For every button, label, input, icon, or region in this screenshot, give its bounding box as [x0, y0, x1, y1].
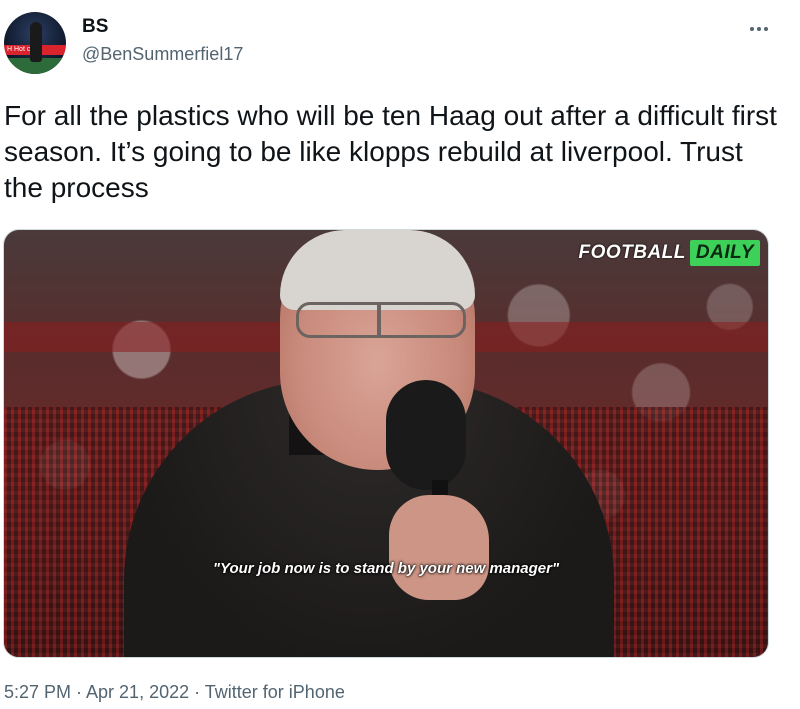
more-horizontal-icon[interactable] [744, 14, 774, 44]
glasses [296, 302, 466, 338]
avatar[interactable]: H Hot com [4, 12, 66, 74]
media-photo [4, 230, 768, 657]
more-dot [750, 27, 754, 31]
author-name[interactable]: BS [82, 16, 108, 38]
more-dot [757, 27, 761, 31]
man-hair [280, 230, 475, 310]
media-caption: "Your job now is to stand by your new ma… [212, 560, 560, 577]
logo-daily: DAILY [689, 240, 760, 266]
glasses-bridge [377, 302, 381, 338]
tweet-timestamp[interactable]: 5:27 PM · Apr 21, 2022 · Twitter for iPh… [4, 682, 345, 703]
author-handle[interactable]: @BenSummerfiel17 [82, 44, 243, 65]
more-dot [764, 27, 768, 31]
tweet-media[interactable]: FOOTBALL DAILY "Your job now is to stand… [3, 229, 769, 658]
microphone [386, 380, 466, 490]
tweet-text: For all the plastics who will be ten Haa… [4, 100, 777, 203]
hand [389, 495, 489, 600]
avatar-figure [30, 22, 42, 62]
logo-football: FOOTBALL [578, 242, 686, 263]
football-daily-logo: FOOTBALL DAILY [574, 240, 760, 266]
